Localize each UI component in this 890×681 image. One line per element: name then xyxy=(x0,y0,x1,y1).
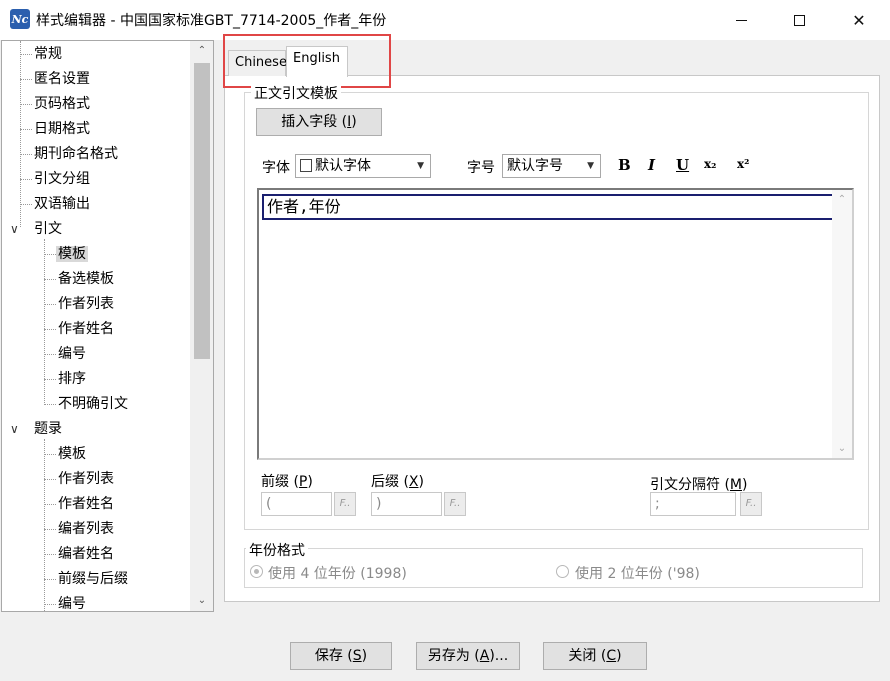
superscript-button[interactable]: x² xyxy=(737,157,749,171)
tree-item-page-format[interactable]: 页码格式 xyxy=(20,93,90,115)
font-size-select[interactable]: 默认字号 ▼ xyxy=(502,154,601,178)
close-button[interactable]: 关闭 (C) xyxy=(543,642,647,670)
tree-item-citation-numbering[interactable]: 编号 xyxy=(44,343,86,365)
close-icon: ✕ xyxy=(852,10,866,30)
prefix-input[interactable]: ( xyxy=(261,492,332,516)
year-2digit-radio[interactable] xyxy=(556,565,569,578)
italic-button[interactable]: I xyxy=(648,156,655,174)
tree-item-citation-sorting[interactable]: 排序 xyxy=(44,368,86,390)
tree-item-bib-editor-name[interactable]: 编者姓名 xyxy=(44,543,114,565)
scroll-down-icon[interactable]: ⌄ xyxy=(832,443,852,454)
tree-item-citation-author-name[interactable]: 作者姓名 xyxy=(44,318,114,340)
maximize-button[interactable] xyxy=(776,0,822,40)
separator-format-button[interactable]: F.. xyxy=(740,492,762,516)
citation-template-group-label: 正文引文模板 xyxy=(251,83,341,103)
font-label: 字体 xyxy=(262,160,290,176)
collapse-icon[interactable]: ∨ xyxy=(10,418,19,440)
suffix-label: 后缀 (X) xyxy=(371,474,424,490)
tree-item-journal-names[interactable]: 期刊命名格式 xyxy=(20,143,118,165)
tree-item-ambiguous-citations[interactable]: 不明确引文 xyxy=(44,393,128,415)
tree-item-bib-editor-list[interactable]: 编者列表 xyxy=(44,518,114,540)
template-editor[interactable]: 作者,年份 ⌃ ⌄ xyxy=(257,188,854,460)
scrollbar-thumb[interactable] xyxy=(194,63,210,359)
collapse-icon[interactable]: ∨ xyxy=(10,218,19,240)
year-format-group-label: 年份格式 xyxy=(246,540,308,560)
app-icon: Nc xyxy=(10,9,30,29)
tree-item-bib-template[interactable]: 模板 xyxy=(44,443,86,465)
tree-item-citation-alt-template[interactable]: 备选模板 xyxy=(44,268,114,290)
tree-item-bib-prefix-suffix[interactable]: 前缀与后缀 xyxy=(44,568,128,590)
minimize-icon xyxy=(735,19,747,21)
tree-item-citation-template[interactable]: 模板 xyxy=(44,243,88,265)
tab-english[interactable]: English xyxy=(286,46,348,77)
tree-item-general[interactable]: 常规 xyxy=(20,43,62,65)
suffix-input[interactable]: ) xyxy=(371,492,442,516)
prefix-format-button[interactable]: F.. xyxy=(334,492,356,516)
minimize-button[interactable] xyxy=(718,0,764,40)
tree-item-citation[interactable]: ∨ 引文 xyxy=(10,218,62,240)
save-as-button[interactable]: 另存为 (A)... xyxy=(416,642,520,670)
tree-item-bilingual-output[interactable]: 双语输出 xyxy=(20,193,90,215)
scroll-up-icon[interactable]: ⌃ xyxy=(832,194,852,205)
font-select[interactable]: 默认字体 ▼ xyxy=(295,154,431,178)
subscript-button[interactable]: x₂ xyxy=(704,157,716,171)
settings-tree: 常规 匿名设置 页码格式 日期格式 期刊命名格式 引文分组 双语输出 ∨ 引文 … xyxy=(1,40,214,612)
title-bar: Nc 样式编辑器 - 中国国家标准GBT_7714-2005_作者_年份 ✕ xyxy=(0,0,890,40)
window-title: 样式编辑器 - 中国国家标准GBT_7714-2005_作者_年份 xyxy=(36,13,387,29)
font-size-label: 字号 xyxy=(467,160,495,176)
bold-button[interactable]: B xyxy=(618,156,631,174)
tree-item-anonymous[interactable]: 匿名设置 xyxy=(20,68,90,90)
save-button[interactable]: 保存 (S) xyxy=(290,642,392,670)
insert-field-button[interactable]: 插入字段 (I) xyxy=(256,108,382,136)
font-icon xyxy=(300,159,312,172)
editor-scrollbar[interactable]: ⌃ ⌄ xyxy=(832,190,852,458)
separator-label: 引文分隔符 (M) xyxy=(650,477,748,493)
tree-item-bibliography[interactable]: ∨ 题录 xyxy=(10,418,62,440)
tree-item-bib-author-list[interactable]: 作者列表 xyxy=(44,468,114,490)
suffix-format-button[interactable]: F.. xyxy=(444,492,466,516)
tab-chinese[interactable]: Chinese xyxy=(228,50,287,76)
dropdown-arrow-icon: ▼ xyxy=(587,161,594,171)
prefix-label: 前缀 (P) xyxy=(261,474,313,490)
tree-item-bib-numbering[interactable]: 编号 xyxy=(44,593,86,611)
tree-item-citation-grouping[interactable]: 引文分组 xyxy=(20,168,90,190)
year-4digit-radio[interactable] xyxy=(250,565,263,578)
maximize-icon xyxy=(793,14,805,26)
scroll-down-icon[interactable]: ⌄ xyxy=(190,591,213,611)
close-window-button[interactable]: ✕ xyxy=(836,0,882,40)
dropdown-arrow-icon: ▼ xyxy=(417,161,424,171)
tree-scrollbar[interactable]: ⌃ ⌄ xyxy=(190,41,213,611)
tree-item-citation-author-list[interactable]: 作者列表 xyxy=(44,293,114,315)
underline-button[interactable]: U xyxy=(676,156,689,174)
template-editor-line[interactable]: 作者,年份 xyxy=(262,194,835,220)
tree-item-date-format[interactable]: 日期格式 xyxy=(20,118,90,140)
tree-item-bib-author-name[interactable]: 作者姓名 xyxy=(44,493,114,515)
scroll-up-icon[interactable]: ⌃ xyxy=(190,41,213,61)
year-2digit-label: 使用 2 位年份 ('98) xyxy=(575,566,700,582)
year-4digit-label: 使用 4 位年份 (1998) xyxy=(268,566,407,582)
separator-input[interactable]: ; xyxy=(650,492,736,516)
